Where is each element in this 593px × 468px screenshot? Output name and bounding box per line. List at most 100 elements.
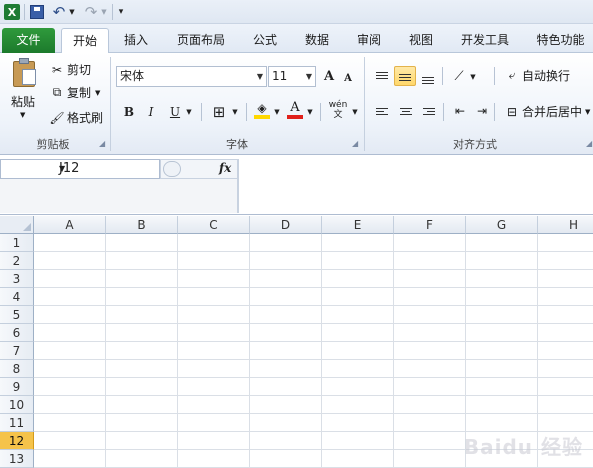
tab-special[interactable]: 特色功能 <box>528 28 593 53</box>
format-painter-button[interactable]: 🖌 格式刷 <box>49 109 104 126</box>
font-color-button[interactable]: A <box>286 100 304 120</box>
chevron-down-icon: ▼ <box>59 164 66 173</box>
paste-icon <box>10 57 38 87</box>
fill-color-icon[interactable]: ◈ <box>253 100 271 120</box>
tab-file[interactable]: 文件 <box>2 28 55 53</box>
wrap-text-button[interactable]: ⤶ 自动换行 <box>505 67 570 84</box>
column-header-d[interactable]: D <box>250 216 322 234</box>
row-header-6[interactable]: 6 <box>0 324 34 342</box>
watermark: Baidu 经验 <box>463 435 583 459</box>
insert-function-icon[interactable]: fx <box>219 161 231 175</box>
formula-input[interactable] <box>238 159 593 213</box>
font-size-combo[interactable]: 11 ▼ <box>268 66 316 87</box>
formula-bar-resize-handle[interactable] <box>163 161 181 177</box>
alignment-group-label: 对齐方式 <box>453 138 497 151</box>
font-size-value: 11 <box>272 69 288 83</box>
wrap-text-icon: ⤶ <box>508 68 516 82</box>
formula-bar: J12 ▼ fx <box>0 156 593 215</box>
merge-cells-icon: ⊟ <box>506 104 518 119</box>
font-group-label: 字体 <box>226 138 248 151</box>
merge-center-button[interactable]: ⊟ 合并后居中 ▼ <box>505 103 590 120</box>
font-color-dropdown-icon[interactable]: ▼ <box>305 102 315 122</box>
font-launcher-icon[interactable]: ◢ <box>352 139 358 148</box>
row-header-12[interactable]: 12 <box>0 432 34 450</box>
column-header-b[interactable]: B <box>106 216 178 234</box>
redo-icon[interactable]: ↷ <box>82 3 100 21</box>
column-header-h[interactable]: H <box>538 216 593 234</box>
undo-dropdown-icon[interactable]: ▼ <box>67 3 77 21</box>
align-left-button[interactable] <box>372 101 392 121</box>
tab-view[interactable]: 视图 <box>400 28 442 53</box>
row-header-10[interactable]: 10 <box>0 396 34 414</box>
italic-button[interactable]: I <box>142 102 160 122</box>
decrease-indent-icon[interactable]: ⇤ <box>451 101 469 121</box>
select-all-corner[interactable] <box>0 216 34 234</box>
underline-button[interactable]: U <box>166 102 184 122</box>
copy-icon: ⧉ <box>52 85 62 99</box>
merge-dropdown-icon[interactable]: ▼ <box>585 108 590 116</box>
save-icon[interactable] <box>28 3 46 21</box>
row-header-7[interactable]: 7 <box>0 342 34 360</box>
align-middle-button[interactable] <box>394 66 416 86</box>
align-top-button[interactable] <box>372 65 392 85</box>
row-header-9[interactable]: 9 <box>0 378 34 396</box>
bold-button[interactable]: B <box>120 102 138 122</box>
tab-insert[interactable]: 插入 <box>114 28 158 53</box>
name-box[interactable]: J12 ▼ <box>0 159 160 179</box>
toolbar-divider <box>442 67 443 85</box>
align-bottom-button[interactable] <box>418 67 438 87</box>
paste-label: 粘贴 <box>11 95 36 109</box>
row-header-5[interactable]: 5 <box>0 306 34 324</box>
copy-button[interactable]: ⧉ 复制 ▼ <box>50 84 101 101</box>
quick-access-toolbar: X ↶ ▼ ↷ ▼ ▾ <box>0 0 593 24</box>
orientation-dropdown-icon[interactable]: ▼ <box>468 67 478 87</box>
orientation-icon[interactable]: ⟋ <box>449 66 469 86</box>
underline-dropdown-icon[interactable]: ▼ <box>184 102 194 122</box>
cut-label: 剪切 <box>67 63 92 77</box>
redo-dropdown-icon[interactable]: ▼ <box>99 3 109 21</box>
row-header-8[interactable]: 8 <box>0 360 34 378</box>
row-header-4[interactable]: 4 <box>0 288 34 306</box>
increase-indent-icon[interactable]: ⇥ <box>473 101 491 121</box>
row-header-2[interactable]: 2 <box>0 252 34 270</box>
tab-page-layout[interactable]: 页面布局 <box>168 28 234 53</box>
phonetic-guide-button[interactable]: wén文 <box>325 100 351 120</box>
align-center-button[interactable] <box>396 101 416 121</box>
row-header-1[interactable]: 1 <box>0 234 34 252</box>
customize-toolbar-icon[interactable]: ▾ <box>115 3 127 21</box>
alignment-launcher-icon[interactable]: ◢ <box>586 139 592 148</box>
fill-color-dropdown-icon[interactable]: ▼ <box>272 102 282 122</box>
column-header-e[interactable]: E <box>322 216 394 234</box>
phonetic-dropdown-icon[interactable]: ▼ <box>350 102 360 122</box>
grow-font-button[interactable]: A <box>320 66 338 86</box>
merge-center-label: 合并后居中 <box>522 105 583 119</box>
tab-home[interactable]: 开始 <box>61 28 109 53</box>
border-dropdown-icon[interactable]: ▼ <box>230 102 240 122</box>
clipboard-launcher-icon[interactable]: ◢ <box>99 139 105 148</box>
tab-developer[interactable]: 开发工具 <box>452 28 518 53</box>
tab-review[interactable]: 审阅 <box>348 28 390 53</box>
ribbon-home: 粘贴 ▼ ✂ 剪切 ⧉ 复制 ▼ 🖌 格式刷 剪贴板 ◢ 宋体 ▼ 11 ▼ A… <box>0 53 593 155</box>
column-header-a[interactable]: A <box>34 216 106 234</box>
toolbar-divider <box>24 4 25 20</box>
undo-icon[interactable]: ↶ <box>50 3 68 21</box>
column-header-f[interactable]: F <box>394 216 466 234</box>
row-header-3[interactable]: 3 <box>0 270 34 288</box>
tab-data[interactable]: 数据 <box>296 28 338 53</box>
border-icon[interactable]: ⊞ <box>208 102 230 122</box>
font-name-combo[interactable]: 宋体 ▼ <box>116 66 267 87</box>
column-header-g[interactable]: G <box>466 216 538 234</box>
row-header-11[interactable]: 11 <box>0 414 34 432</box>
cut-button[interactable]: ✂ 剪切 <box>50 61 91 78</box>
copy-label: 复制 <box>67 86 92 100</box>
row-header-13[interactable]: 13 <box>0 450 34 468</box>
excel-logo-icon[interactable]: X <box>3 3 21 21</box>
copy-dropdown-icon[interactable]: ▼ <box>95 89 100 97</box>
format-painter-label: 格式刷 <box>67 111 104 125</box>
shrink-font-button[interactable]: A <box>340 68 356 88</box>
column-header-c[interactable]: C <box>178 216 250 234</box>
paste-dropdown-icon[interactable]: ▼ <box>20 111 25 119</box>
toolbar-divider <box>201 103 202 121</box>
tab-formulas[interactable]: 公式 <box>244 28 286 53</box>
align-right-button[interactable] <box>419 101 439 121</box>
